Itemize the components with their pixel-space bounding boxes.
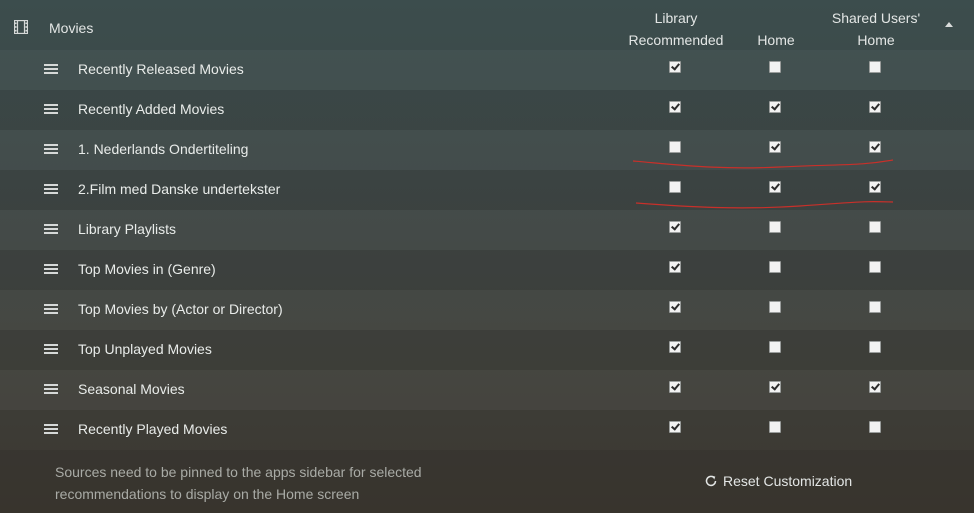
checkbox-home[interactable] <box>769 61 781 73</box>
checkbox-shared-users-home[interactable] <box>869 301 881 313</box>
checkbox-shared-users-home[interactable] <box>869 261 881 273</box>
checkbox-library-recommended[interactable] <box>669 61 681 73</box>
recommendation-list: Recently Released Movies Recently Added M… <box>0 50 974 450</box>
reset-customization-label: Reset Customization <box>723 473 853 489</box>
checkbox-home[interactable] <box>769 381 781 393</box>
drag-handle-icon[interactable] <box>44 384 58 394</box>
checkbox-home[interactable] <box>769 141 781 153</box>
checkbox-library-recommended[interactable] <box>669 141 681 153</box>
row-label: Top Movies in (Genre) <box>78 261 216 277</box>
row-label: Recently Added Movies <box>78 101 225 117</box>
film-icon <box>14 20 28 34</box>
row-label: Recently Released Movies <box>78 61 244 77</box>
drag-handle-icon[interactable] <box>44 64 58 74</box>
row-label: Top Unplayed Movies <box>78 341 212 357</box>
column-header-library-recommended: Library Recommended <box>628 10 724 48</box>
checkbox-shared-users-home[interactable] <box>869 341 881 353</box>
checkbox-library-recommended[interactable] <box>669 181 681 193</box>
list-item: Library Playlists <box>0 210 974 250</box>
drag-handle-icon[interactable] <box>44 344 58 354</box>
column-header-home: Home <box>757 32 795 48</box>
reset-customization-button[interactable]: Reset Customization <box>704 473 852 489</box>
drag-handle-icon[interactable] <box>44 184 58 194</box>
list-item: Top Unplayed Movies <box>0 330 974 370</box>
checkbox-home[interactable] <box>769 261 781 273</box>
list-item: Seasonal Movies <box>0 370 974 410</box>
checkbox-shared-users-home[interactable] <box>869 141 881 153</box>
refresh-icon <box>705 475 717 487</box>
section-title: Movies <box>49 20 94 36</box>
list-item: Recently Added Movies <box>0 90 974 130</box>
list-item: Top Movies in (Genre) <box>0 250 974 290</box>
checkbox-library-recommended[interactable] <box>669 261 681 273</box>
row-label: Seasonal Movies <box>78 381 185 397</box>
list-item: Recently Played Movies <box>0 410 974 450</box>
row-label: 2.Film med Danske undertekster <box>78 181 281 197</box>
row-label: Library Playlists <box>78 221 177 237</box>
checkbox-home[interactable] <box>769 341 781 353</box>
checkbox-shared-users-home[interactable] <box>869 101 881 113</box>
checkbox-library-recommended[interactable] <box>669 421 681 433</box>
checkbox-library-recommended[interactable] <box>669 381 681 393</box>
drag-handle-icon[interactable] <box>44 304 58 314</box>
drag-handle-icon[interactable] <box>44 224 58 234</box>
row-label: Top Movies by (Actor or Director) <box>78 301 283 317</box>
footer: Sources need to be pinned to the apps si… <box>0 450 974 513</box>
list-item: Recently Released Movies <box>0 50 974 90</box>
checkbox-shared-users-home[interactable] <box>869 421 881 433</box>
row-label: Recently Played Movies <box>78 421 228 437</box>
row-label: 1. Nederlands Ondertiteling <box>78 141 249 157</box>
footer-note: Sources need to be pinned to the apps si… <box>55 464 422 502</box>
checkbox-library-recommended[interactable] <box>669 301 681 313</box>
checkbox-library-recommended[interactable] <box>669 221 681 233</box>
drag-handle-icon[interactable] <box>44 144 58 154</box>
list-item: 1. Nederlands Ondertiteling <box>0 130 974 170</box>
checkbox-shared-users-home[interactable] <box>869 381 881 393</box>
checkbox-home[interactable] <box>769 301 781 313</box>
checkbox-home[interactable] <box>769 221 781 233</box>
checkbox-shared-users-home[interactable] <box>869 61 881 73</box>
drag-handle-icon[interactable] <box>44 104 58 114</box>
checkbox-shared-users-home[interactable] <box>869 181 881 193</box>
checkbox-library-recommended[interactable] <box>669 341 681 353</box>
list-item: Top Movies by (Actor or Director) <box>0 290 974 330</box>
checkbox-shared-users-home[interactable] <box>869 221 881 233</box>
drag-handle-icon[interactable] <box>44 264 58 274</box>
checkbox-home[interactable] <box>769 101 781 113</box>
chevron-up-icon[interactable] <box>945 22 953 27</box>
checkbox-home[interactable] <box>769 421 781 433</box>
column-header-shared-users-home: Shared Users' Home <box>831 10 921 48</box>
drag-handle-icon[interactable] <box>44 424 58 434</box>
checkbox-library-recommended[interactable] <box>669 101 681 113</box>
section-header: Movies Library Recommended Home Shared U… <box>0 0 974 50</box>
checkbox-home[interactable] <box>769 181 781 193</box>
list-item: 2.Film med Danske undertekster <box>0 170 974 210</box>
